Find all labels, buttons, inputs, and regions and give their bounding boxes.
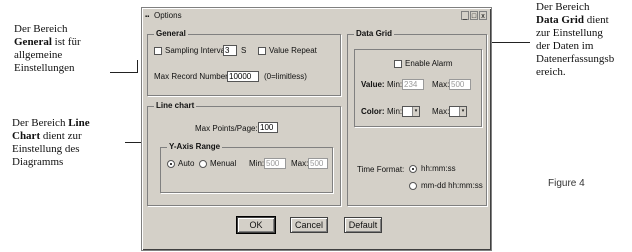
annotation-general-line4: Einstellungen — [14, 62, 75, 74]
dialog-title: Options — [154, 11, 182, 20]
annotation-general-line3: allgemeine — [14, 49, 63, 61]
annotation-datagrid-rest: dient — [583, 14, 609, 26]
line-chart-group-label: Line chart — [154, 101, 197, 111]
ok-button[interactable]: OK — [236, 216, 276, 234]
value-repeat-label: Value Repeat — [269, 46, 317, 55]
color-max-picker[interactable]: ▾ — [449, 106, 467, 117]
color-min-picker[interactable]: ▾ — [402, 106, 420, 117]
y-axis-min-label: Min: — [249, 159, 265, 168]
minimize-button[interactable]: _ — [461, 11, 469, 20]
max-points-input[interactable]: 100 — [258, 122, 278, 133]
annotation-datagrid-line5: Datenerfassungsb — [536, 53, 615, 65]
maximize-button[interactable]: □ — [470, 11, 478, 20]
chevron-down-icon: ▾ — [412, 107, 419, 116]
annotation-linechart-line1: Der Bereich — [12, 117, 69, 129]
time-format-hhmmss-radio[interactable] — [409, 165, 417, 173]
y-axis-max-input[interactable]: 500 — [308, 158, 328, 169]
default-button[interactable]: Default — [344, 217, 382, 233]
annotation-general-connector-v — [137, 60, 138, 73]
annotation-datagrid-bold: Data Grid — [536, 14, 584, 26]
y-axis-manual-radio[interactable] — [199, 160, 207, 168]
annotation-linechart-bold: Line — [68, 117, 90, 129]
sampling-interval-checkbox[interactable] — [154, 47, 162, 55]
y-axis-auto-label: Auto — [178, 159, 195, 168]
max-record-input[interactable]: 10000 — [227, 71, 259, 82]
annotation-linechart: Der Bereich Line Chart dient zur Einstel… — [12, 117, 132, 169]
annotation-linechart-bold2: Chart — [12, 130, 41, 142]
value-min-input[interactable]: 234 — [402, 79, 424, 90]
annotation-datagrid-line3: zur Einstellung — [536, 27, 603, 39]
dialog-icon: ▪▪ — [145, 14, 150, 20]
chevron-down-icon: ▾ — [459, 107, 466, 116]
y-axis-min-input[interactable]: 500 — [264, 158, 286, 169]
color-label: Color: — [361, 107, 385, 116]
time-format-label: Time Format: — [357, 165, 405, 174]
annotation-datagrid-line4: der Daten im — [536, 40, 594, 52]
value-max-input[interactable]: 500 — [449, 79, 471, 90]
annotation-datagrid-line6: ereich. — [536, 66, 566, 78]
options-dialog: ▪▪ Options _ □ x General Sampling Interv… — [141, 7, 492, 251]
annotation-linechart-line4: Diagramms — [12, 156, 64, 168]
data-grid-group: Data Grid Enable Alarm Value: Min: 234 M… — [347, 29, 487, 206]
general-group-label: General — [154, 29, 188, 39]
sampling-unit-label: S — [241, 46, 247, 55]
dialog-titlebar[interactable]: ▪▪ Options _ □ x — [144, 10, 489, 22]
value-repeat-checkbox[interactable] — [258, 47, 266, 55]
annotation-general-bold: General — [14, 36, 52, 48]
time-format-hhmmss-label: hh:mm:ss — [421, 164, 456, 173]
value-min-label: Min: — [387, 80, 403, 89]
sampling-interval-label: Sampling Interval — [165, 46, 227, 55]
time-format-mmdd-label: mm-dd hh:mm:ss — [421, 181, 483, 190]
sampling-interval-input[interactable]: 3 — [223, 45, 237, 56]
y-axis-range-label: Y-Axis Range — [167, 142, 223, 152]
annotation-datagrid-line1: Der Bereich — [536, 1, 590, 13]
enable-alarm-checkbox[interactable] — [394, 60, 402, 68]
figure-label: Figure 4 — [548, 178, 585, 189]
max-points-label: Max Points/Page: — [195, 124, 258, 133]
annotation-general-line1: Der Bereich — [14, 23, 68, 35]
color-min-label: Min: — [387, 107, 403, 116]
enable-alarm-label: Enable Alarm — [405, 59, 453, 68]
annotation-general-connector-h — [110, 72, 137, 73]
time-format-mmdd-radio[interactable] — [409, 182, 417, 190]
annotation-linechart-line3: Einstellung des — [12, 143, 80, 155]
value-label: Value: — [361, 80, 385, 89]
y-axis-auto-radio[interactable] — [167, 160, 175, 168]
y-axis-max-label: Max: — [291, 159, 309, 168]
annotation-linechart-rest: dient zur — [40, 130, 82, 142]
color-max-label: Max: — [432, 107, 450, 116]
max-record-label: Max Record Number — [154, 72, 228, 81]
y-axis-manual-label: Menual — [210, 159, 237, 168]
max-record-hint: (0=limitless) — [264, 72, 307, 81]
annotation-datagrid: Der Bereich Data Grid dient zur Einstell… — [536, 1, 631, 79]
annotation-general: Der Bereich General ist für allgemeine E… — [14, 23, 134, 75]
annotation-general-rest: ist für — [51, 36, 81, 48]
close-button[interactable]: x — [479, 11, 487, 20]
data-grid-group-label: Data Grid — [354, 29, 395, 39]
line-chart-group: Line chart Max Points/Page: 100 Y-Axis R… — [147, 101, 341, 206]
y-axis-range-group: Y-Axis Range Auto Menual Min: 500 Max: 5… — [160, 142, 333, 193]
value-max-label: Max: — [432, 80, 450, 89]
general-group: General Sampling Interval 3 S Value Repe… — [147, 29, 341, 96]
cancel-button[interactable]: Cancel — [290, 217, 328, 233]
